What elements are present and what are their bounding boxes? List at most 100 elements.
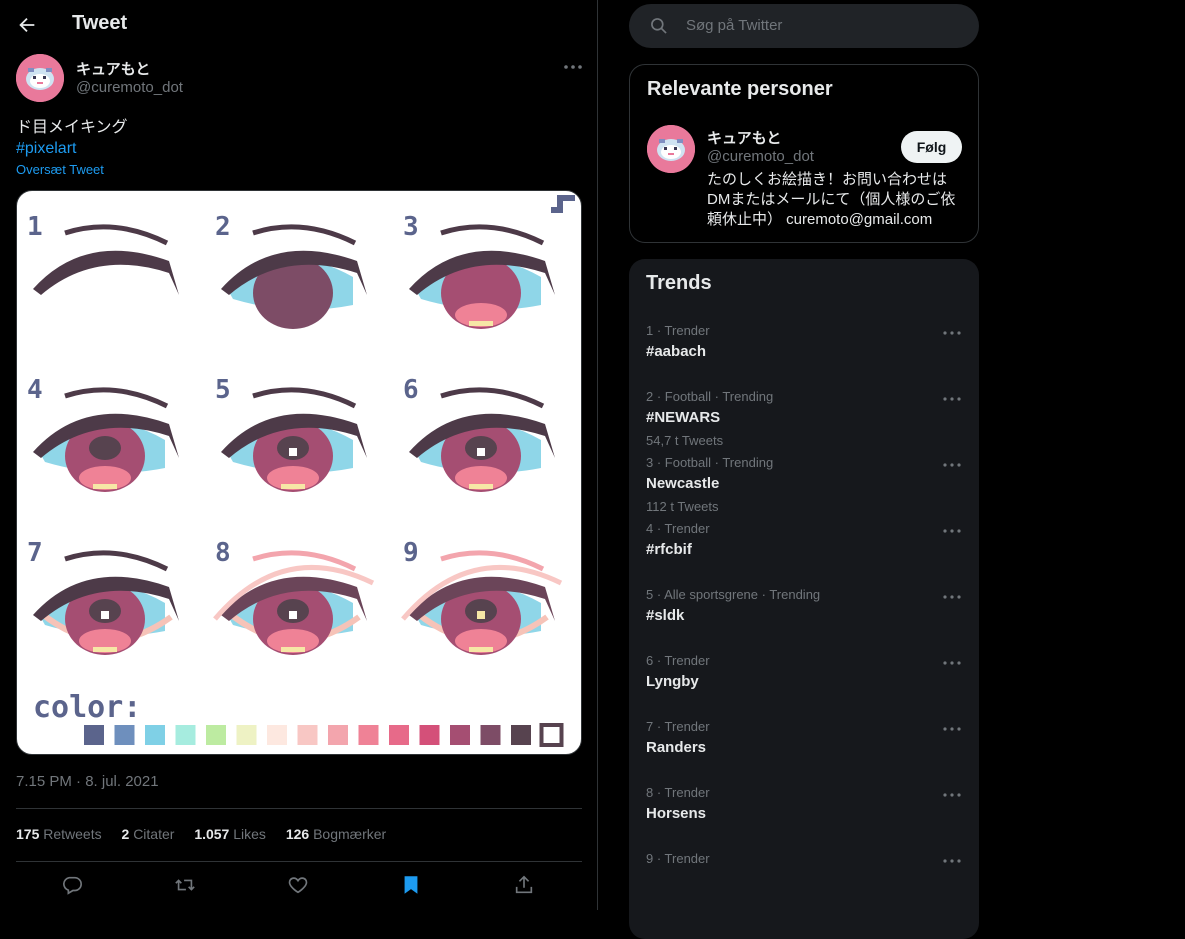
retweets-count: 175: [16, 826, 40, 842]
tweet-media-image[interactable]: 1 2 3 4 5 6 7 8 9 color:: [16, 190, 582, 755]
quotes-label: Citater: [133, 826, 175, 842]
share-icon[interactable]: [513, 874, 535, 896]
step-label: 4: [27, 375, 43, 405]
iris-reflection: [469, 484, 493, 489]
trend-meta: 3 · Football · Trending: [646, 455, 774, 470]
trend-meta: 1 · Trender: [646, 323, 710, 338]
trend-item[interactable]: 3 · Football · Trending Newcastle 112 t Tw…: [629, 455, 979, 521]
divider: [16, 808, 582, 809]
palette-swatch: [450, 725, 470, 745]
palette-swatch: [539, 723, 564, 747]
color-label: color:: [33, 690, 141, 725]
retweets-label: Retweets: [43, 826, 102, 842]
step-label: 2: [215, 212, 231, 242]
trend-more-icon[interactable]: [942, 655, 962, 665]
person-name[interactable]: キュアもと: [707, 127, 781, 148]
palette-swatch: [145, 725, 165, 745]
trend-meta: 4 · Trender: [646, 521, 710, 536]
page-title: Tweet: [72, 12, 128, 34]
like-heart-icon[interactable]: [287, 874, 309, 896]
trend-more-icon[interactable]: [942, 853, 962, 863]
iris-reflection: [93, 484, 117, 489]
translate-tweet-link[interactable]: Oversæt Tweet: [16, 162, 104, 177]
trend-meta: 8 · Trender: [646, 785, 710, 800]
trend-more-icon[interactable]: [942, 325, 962, 335]
trends-card: Trends 1 · Trender #aabach 2 · Football · …: [629, 259, 979, 939]
author-name[interactable]: キュアもと: [76, 58, 150, 79]
trend-item[interactable]: 5 · Alle sportsgrene · Trending #sldk: [629, 587, 979, 653]
likes-stat[interactable]: 1.057 Likes: [194, 826, 266, 842]
trend-item[interactable]: 2 · Football · Trending #NEWARS 54,7 t Twe…: [629, 389, 979, 455]
palette-swatch: [175, 725, 196, 745]
palette-swatch: [206, 725, 226, 745]
eye-crease: [440, 387, 545, 409]
trend-name: #aabach: [646, 343, 707, 360]
likes-label: Likes: [233, 826, 266, 842]
tweet-text: ド目メイキング: [16, 119, 128, 136]
trend-meta: 9 · Trender: [646, 851, 710, 866]
eye-crease: [252, 224, 357, 246]
catchlight: [101, 611, 109, 619]
divider: [16, 861, 582, 862]
step-label: 1: [27, 212, 43, 242]
bookmark-icon[interactable]: [400, 874, 422, 896]
retweets-stat[interactable]: 175 Retweets: [16, 826, 102, 842]
tweet-timestamp[interactable]: 7.15 PM · 8. jul. 2021: [16, 773, 159, 790]
trend-name: #sldk: [646, 607, 685, 624]
trend-more-icon[interactable]: [942, 589, 962, 599]
trend-item[interactable]: 6 · Trender Lyngby: [629, 653, 979, 719]
trend-item[interactable]: 8 · Trender Horsens: [629, 785, 979, 851]
author-avatar[interactable]: [16, 54, 64, 102]
follow-button[interactable]: Følg: [901, 131, 962, 163]
trend-more-icon[interactable]: [942, 523, 962, 533]
tweet-stats: 175 Retweets 2 Citater 1.057 Likes 126 B…: [16, 826, 402, 842]
upper-lash: [33, 250, 179, 295]
quotes-stat[interactable]: 2 Citater: [122, 826, 175, 842]
trend-item[interactable]: 4 · Trender #rfcbif: [629, 521, 979, 587]
step-label: 6: [403, 375, 419, 405]
trend-more-icon[interactable]: [942, 391, 962, 401]
retweet-icon[interactable]: [174, 874, 196, 896]
trend-item[interactable]: 9 · Trender: [629, 851, 979, 917]
trend-count: 54,7 t Tweets: [646, 433, 724, 448]
person-avatar[interactable]: [647, 125, 695, 173]
trend-name: #rfcbif: [646, 541, 692, 558]
pupil: [89, 436, 121, 460]
back-arrow-icon[interactable]: [16, 14, 38, 36]
eye-crease: [64, 550, 169, 572]
catchlight: [289, 448, 297, 456]
trend-item[interactable]: 1 · Trender #aabach: [629, 323, 979, 389]
catchlight: [289, 611, 297, 619]
bookmarks-stat[interactable]: 126 Bogmærker: [286, 826, 386, 842]
trend-meta: 2 · Football · Trending: [646, 389, 774, 404]
main-column: Tweet キュアもと @curemoto_dot ド目メイキング #pixel…: [0, 0, 598, 910]
palette-swatch: [419, 725, 440, 745]
step-label: 9: [403, 538, 419, 568]
trend-more-icon[interactable]: [942, 787, 962, 797]
note-flag: [563, 195, 575, 201]
iris-reflection: [281, 484, 305, 489]
relevant-people-title: Relevante personer: [647, 78, 833, 100]
more-options-icon[interactable]: [562, 60, 584, 72]
person-bio: たのしくお絵描き！お問い合わせはDMまたはメールにて（個人様のご依頼休止中） c…: [707, 171, 956, 228]
hashtag-link[interactable]: #pixelart: [16, 138, 76, 159]
trend-more-icon[interactable]: [942, 721, 962, 731]
palette-swatch: [297, 725, 318, 745]
search-input[interactable]: Søg på Twitter: [686, 17, 782, 34]
palette-swatch: [389, 725, 409, 745]
step-label: 7: [27, 538, 43, 568]
reply-icon[interactable]: [61, 874, 83, 896]
note-head: [551, 207, 559, 213]
author-handle[interactable]: @curemoto_dot: [76, 79, 183, 96]
iris-reflection: [281, 647, 305, 652]
iris-reflection: [469, 647, 493, 652]
search-box[interactable]: Søg på Twitter: [629, 4, 979, 48]
eye-crease: [64, 224, 169, 246]
person-handle[interactable]: @curemoto_dot: [707, 148, 814, 165]
trend-name: Randers: [646, 739, 707, 756]
trend-more-icon[interactable]: [942, 457, 962, 467]
trend-name: #NEWARS: [646, 409, 721, 426]
trend-item[interactable]: 7 · Trender Randers: [629, 719, 979, 785]
tweet-actions: [16, 870, 582, 900]
step-label: 3: [403, 212, 419, 242]
